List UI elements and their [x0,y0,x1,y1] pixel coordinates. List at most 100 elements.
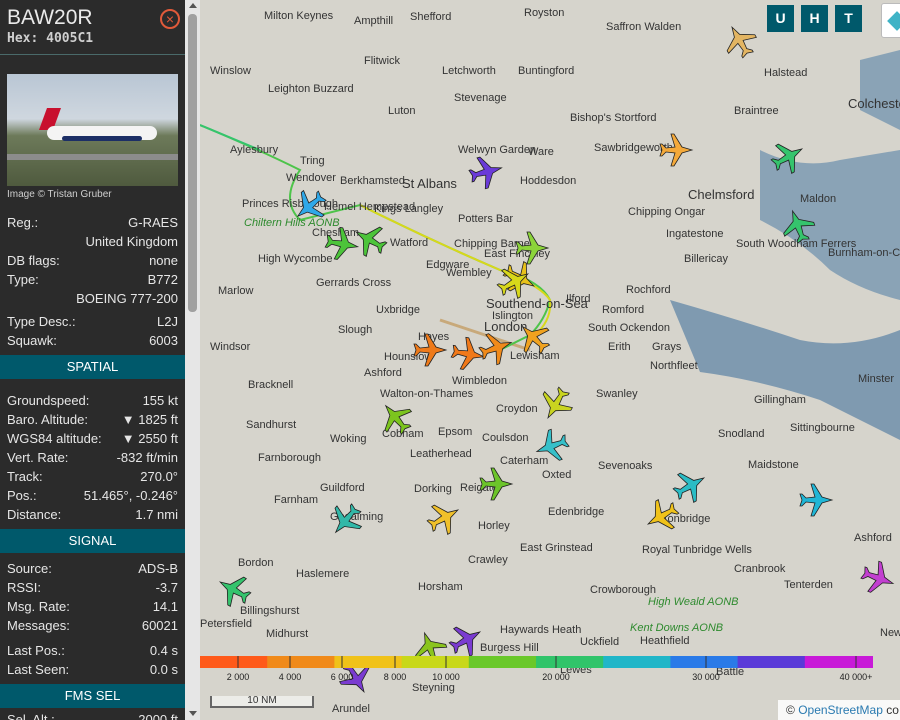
selalt-value: 2000 ft [138,712,178,720]
place-label: Tenterden [784,579,833,591]
place-label: Grays [652,341,682,353]
place-label: Burnham-on-Crouch [828,247,900,259]
groundspeed-value: 155 kt [142,393,178,408]
place-label: Horley [478,520,510,532]
place-label: Minster [858,373,894,385]
place-label: Woking [330,433,366,445]
legend-color-band [200,656,269,668]
typedesc-value: L2J [157,314,178,329]
place-label: Stevenage [454,92,507,104]
place-label: Crowborough [590,584,656,596]
place-label: Milton Keynes [264,10,334,22]
place-label: Cranbrook [734,563,786,575]
place-label: Wembley [446,267,492,279]
messages-label: Messages: [7,618,70,633]
legend-tick-label: 8 000 [384,672,407,682]
place-label: Haslemere [296,568,349,580]
place-label: Luton [388,105,416,117]
u-button[interactable]: U [767,5,794,32]
place-label: Watford [390,237,428,249]
osm-link[interactable]: OpenStreetMap [798,703,883,717]
place-label: Coulsdon [482,432,528,444]
info-sidebar: BAW20R Hex: 4005C1 × Image © Tristan Gru… [0,0,185,720]
place-label: Ashford [854,532,892,544]
messages-value: 60021 [141,618,178,633]
legend-color-band [670,656,739,668]
signal-header[interactable]: SIGNAL [0,529,185,553]
legend-color-band [401,656,470,668]
legend-color-band [334,656,403,668]
place-label: Erith [608,341,631,353]
place-label: Ingatestone [666,228,724,240]
place-label: Leatherhead [410,448,472,460]
place-label: Hayes [418,331,450,343]
place-label: Petersfield [200,618,252,630]
pos-value: 51.465°, -0.246° [83,488,178,503]
place-label: Welwyn Garden [458,144,536,156]
place-label: Edenbridge [548,506,604,518]
place-label: Royston [524,7,564,19]
place-label: Horsham [418,581,463,593]
t-button[interactable]: T [835,5,862,32]
scrollbar-thumb[interactable] [188,14,197,312]
lastseen-value: 0.0 s [149,662,178,677]
distance-label: Distance: [7,507,62,522]
legend-color-band [536,656,605,668]
place-label: Croydon [496,403,538,415]
layers-button[interactable] [881,3,900,38]
place-label: Gerrards Cross [316,277,392,289]
place-label: Guildford [320,482,365,494]
place-label: Flitwick [364,55,401,67]
attribution-prefix: © [786,703,799,717]
wgs-value: ▼ 2550 ft [121,431,178,446]
place-label: Winslow [210,65,251,77]
place-label: Oxted [542,469,571,481]
place-label: Braintree [734,105,779,117]
close-icon[interactable]: × [160,9,180,29]
legend-color-band [737,656,806,668]
place-label: Kent Downs AONB [630,622,723,634]
scroll-down-icon[interactable] [189,711,197,716]
place-label: Sittingbourne [790,422,855,434]
place-label: Walton-on-Thames [380,388,474,400]
country-value: United Kingdom [85,234,179,249]
reg-value: G-RAES [128,215,178,230]
layers-icon [887,11,900,31]
place-label: Aylesbury [230,144,279,156]
sidebar-scrollbar[interactable] [185,0,200,720]
place-label: Steyning [412,682,455,694]
h-button[interactable]: H [801,5,828,32]
place-label: Buntingford [518,65,574,77]
place-label: Arundel [332,703,370,715]
place-label: Marlow [218,285,254,297]
place-label: Romford [602,304,644,316]
legend-color-band [603,656,672,668]
place-label: Swanley [596,388,638,400]
place-label: Ashford [364,367,402,379]
reg-label: Reg.: [7,215,39,230]
place-label: Chelmsford [688,187,754,202]
lastpos-label: Last Pos.: [7,643,65,658]
callsign-title: BAW20R [7,6,93,29]
place-label: Ampthill [354,15,393,27]
place-label: Chesham [312,227,359,239]
wgs-label: WGS84 altitude: [7,431,102,446]
aircraft-photo[interactable] [7,74,178,186]
place-label: Sevenoaks [598,460,653,472]
fms-header[interactable]: FMS SEL [0,684,185,708]
track-value: 270.0° [140,469,178,484]
place-label: Midhurst [266,628,308,640]
place-label: Farnborough [258,452,321,464]
map-canvas[interactable]: Milton Keynes Ampthill Shefford Royston Saff… [200,0,900,720]
place-label: East Grinstead [520,542,593,554]
baro-label: Baro. Altitude: [7,412,88,427]
place-label: Chipping Ongar [628,206,705,218]
map-view[interactable]: Milton Keynes Ampthill Shefford Royston Saff… [200,0,900,720]
rssi-value: -3.7 [155,580,178,595]
spatial-header[interactable]: SPATIAL [0,355,185,379]
place-label: Tring [300,155,325,167]
place-label: Halstead [764,67,807,79]
legend-tick-label: 10 000 [432,672,460,682]
scroll-up-icon[interactable] [189,3,197,8]
hex-code: Hex: 4005C1 [7,31,94,46]
